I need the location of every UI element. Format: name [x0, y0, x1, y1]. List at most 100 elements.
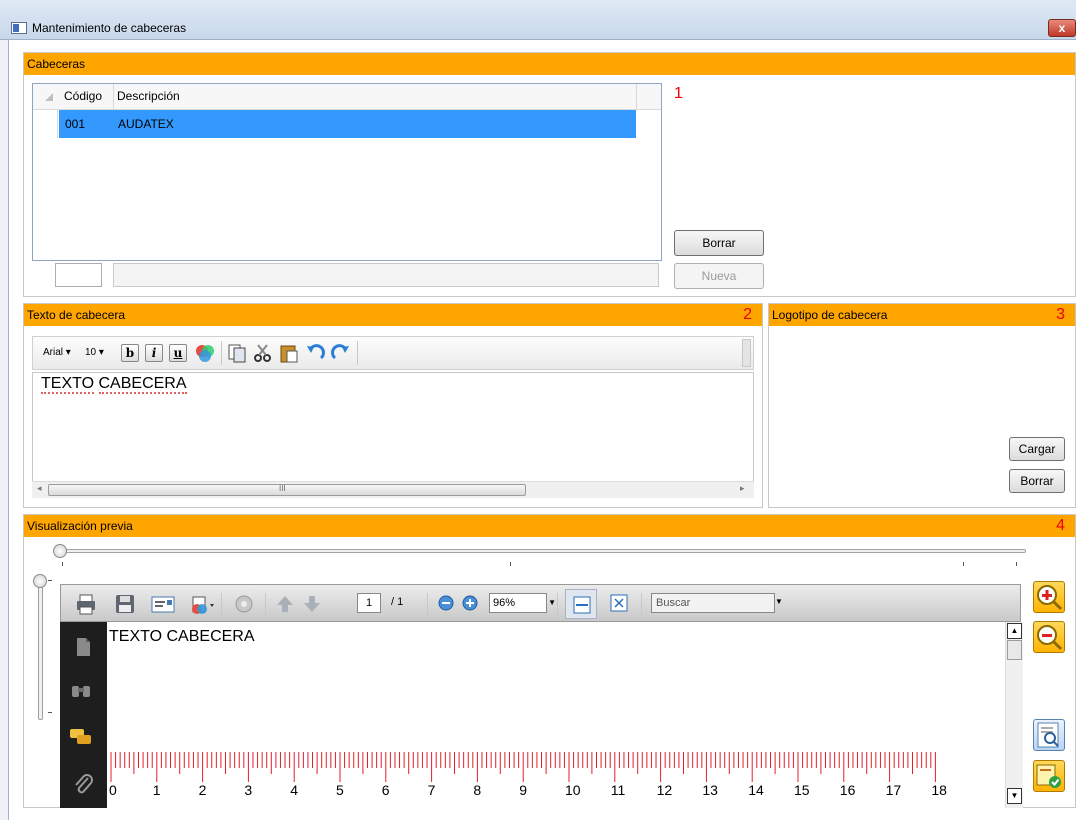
ruler-labels: 0 1 2 3 4 5 6 7 8 9 10 11 12 13 14 15 16 17 18 [107, 782, 1005, 802]
zoom-minus-icon [1037, 625, 1063, 651]
col-header-codigo[interactable]: Código [64, 89, 102, 103]
scroll-thumb[interactable]: III [48, 484, 526, 496]
col-divider [636, 84, 637, 110]
next-page-icon[interactable] [301, 593, 323, 615]
logo-borrar-button[interactable]: Borrar [1009, 469, 1065, 493]
print-icon[interactable] [75, 593, 97, 615]
scroll-up-arrow-icon[interactable]: ▲ [1007, 623, 1022, 639]
pdf-viewer-toolbar: 1 / 1 96% ▼ Buscar ▼ [60, 584, 1021, 622]
paste-icon[interactable] [279, 343, 299, 368]
export-icon[interactable] [189, 593, 214, 615]
cell-codigo: 001 [65, 117, 86, 131]
viewer-side-panel [60, 622, 107, 808]
zoom-out-icon[interactable] [437, 594, 455, 612]
binoculars-icon[interactable] [70, 680, 92, 702]
ruler-label: 11 [610, 782, 626, 798]
editor-horizontal-scrollbar[interactable]: ◂ III ▸ [32, 481, 754, 498]
font-name-select[interactable]: Arial ▾ [43, 347, 71, 358]
preview-title: Visualización previa [27, 519, 133, 533]
fit-page-icon[interactable] [609, 593, 631, 615]
prev-page-icon[interactable] [274, 593, 296, 615]
scroll-grip: III [279, 484, 286, 493]
editor-word-1: TEXTO [41, 375, 95, 394]
slider-tick [510, 562, 511, 566]
section-number-4: 4 [1056, 517, 1065, 534]
codigo-input[interactable] [55, 263, 102, 287]
ruler-label: 2 [198, 782, 207, 798]
scroll-right-arrow-icon[interactable]: ▸ [740, 483, 745, 494]
section-number-3: 3 [1056, 306, 1065, 323]
ruler-label: 5 [336, 782, 344, 798]
cabeceras-title: Cabeceras [27, 57, 86, 71]
pages-icon[interactable] [72, 636, 94, 658]
zoom-minus-button[interactable] [1033, 621, 1065, 653]
email-icon[interactable] [151, 593, 175, 615]
horizontal-zoom-slider[interactable] [56, 549, 1026, 553]
fit-width-icon [573, 596, 591, 617]
cabeceras-nueva-button[interactable]: Nueva [674, 263, 764, 289]
font-size-select[interactable]: 10 ▾ [85, 347, 104, 358]
editor-toolbar: Arial ▾ 10 ▾ b i u [32, 336, 754, 370]
page-total: / 1 [391, 596, 404, 608]
ruler-label: 13 [702, 782, 718, 798]
close-button[interactable]: x [1048, 19, 1076, 37]
preview-page: TEXTO CABECERA 0 1 2 3 4 5 6 7 8 9 10 11 12 13 14 15 16 1… [107, 622, 1005, 808]
underline-button[interactable]: u [169, 344, 187, 362]
header-text-editor[interactable]: TEXTO CABECERA [32, 372, 754, 482]
options-icon[interactable] [233, 593, 255, 615]
ruler-label: 7 [427, 782, 436, 798]
approve-button[interactable] [1033, 760, 1065, 792]
logo-cargar-button[interactable]: Cargar [1009, 437, 1065, 461]
descripcion-input[interactable] [113, 263, 659, 287]
vertical-slider-thumb[interactable] [33, 574, 47, 588]
zoom-plus-button[interactable] [1033, 581, 1065, 613]
search-dropdown-icon[interactable]: ▼ [775, 597, 783, 606]
save-icon[interactable] [114, 593, 136, 615]
preview-search-icon [1037, 722, 1059, 748]
cabeceras-section: Cabeceras 1 Código Descripción 001 AUDAT… [23, 52, 1076, 297]
logotipo-section: Logotipo de cabecera 3 Cargar Borrar [768, 303, 1076, 508]
copy-icon[interactable] [227, 343, 247, 368]
col-header-descripcion[interactable]: Descripción [117, 89, 180, 103]
cabeceras-header: Cabeceras [24, 53, 1075, 75]
horizontal-slider-thumb[interactable] [53, 544, 67, 558]
editor-word-2: CABECERA [98, 375, 187, 394]
cell-descripcion: AUDATEX [118, 117, 174, 131]
slider-tick [48, 712, 52, 713]
search-input[interactable]: Buscar [651, 593, 775, 613]
undo-icon[interactable] [305, 343, 325, 368]
zoom-select[interactable]: 96% ▼ [489, 593, 556, 613]
comments-icon[interactable] [69, 726, 91, 748]
logotipo-header: Logotipo de cabecera 3 [769, 304, 1075, 326]
page-number-input[interactable]: 1 [357, 593, 381, 613]
attachment-icon[interactable] [72, 772, 94, 794]
toolbar-scroll-grip[interactable] [742, 339, 751, 367]
bold-button[interactable]: b [121, 344, 139, 362]
grid-header: Código Descripción [33, 84, 661, 110]
scroll-down-arrow-icon[interactable]: ▼ [1007, 788, 1022, 804]
cabeceras-grid[interactable]: Código Descripción 001 AUDATEX [32, 83, 662, 261]
ruler-label: 8 [473, 782, 482, 798]
ruler-label: 0 [109, 782, 117, 798]
cabeceras-borrar-button[interactable]: Borrar [674, 230, 764, 256]
ruler-label: 15 [794, 782, 810, 798]
scroll-thumb[interactable] [1007, 640, 1022, 660]
page-vertical-scrollbar[interactable]: ▲ ▼ [1005, 622, 1023, 808]
preview-search-button[interactable] [1033, 719, 1065, 751]
fit-width-button[interactable] [565, 589, 597, 619]
italic-button[interactable]: i [145, 344, 163, 362]
approve-icon [1036, 764, 1061, 788]
color-palette-icon[interactable] [195, 343, 215, 363]
redo-icon[interactable] [331, 343, 351, 368]
ruler-label: 18 [931, 782, 947, 798]
texto-title: Texto de cabecera [27, 308, 126, 322]
vertical-zoom-slider[interactable] [38, 580, 43, 720]
ruler-label: 9 [519, 782, 527, 798]
grid-corner-icon [45, 93, 53, 101]
table-row[interactable]: 001 AUDATEX [59, 110, 636, 138]
preview-page-text: TEXTO CABECERA [109, 628, 255, 645]
scroll-left-arrow-icon[interactable]: ◂ [37, 483, 42, 494]
cut-icon[interactable] [253, 343, 273, 368]
zoom-in-icon[interactable] [461, 594, 479, 612]
header-text-content: TEXTO CABECERA [41, 375, 187, 394]
